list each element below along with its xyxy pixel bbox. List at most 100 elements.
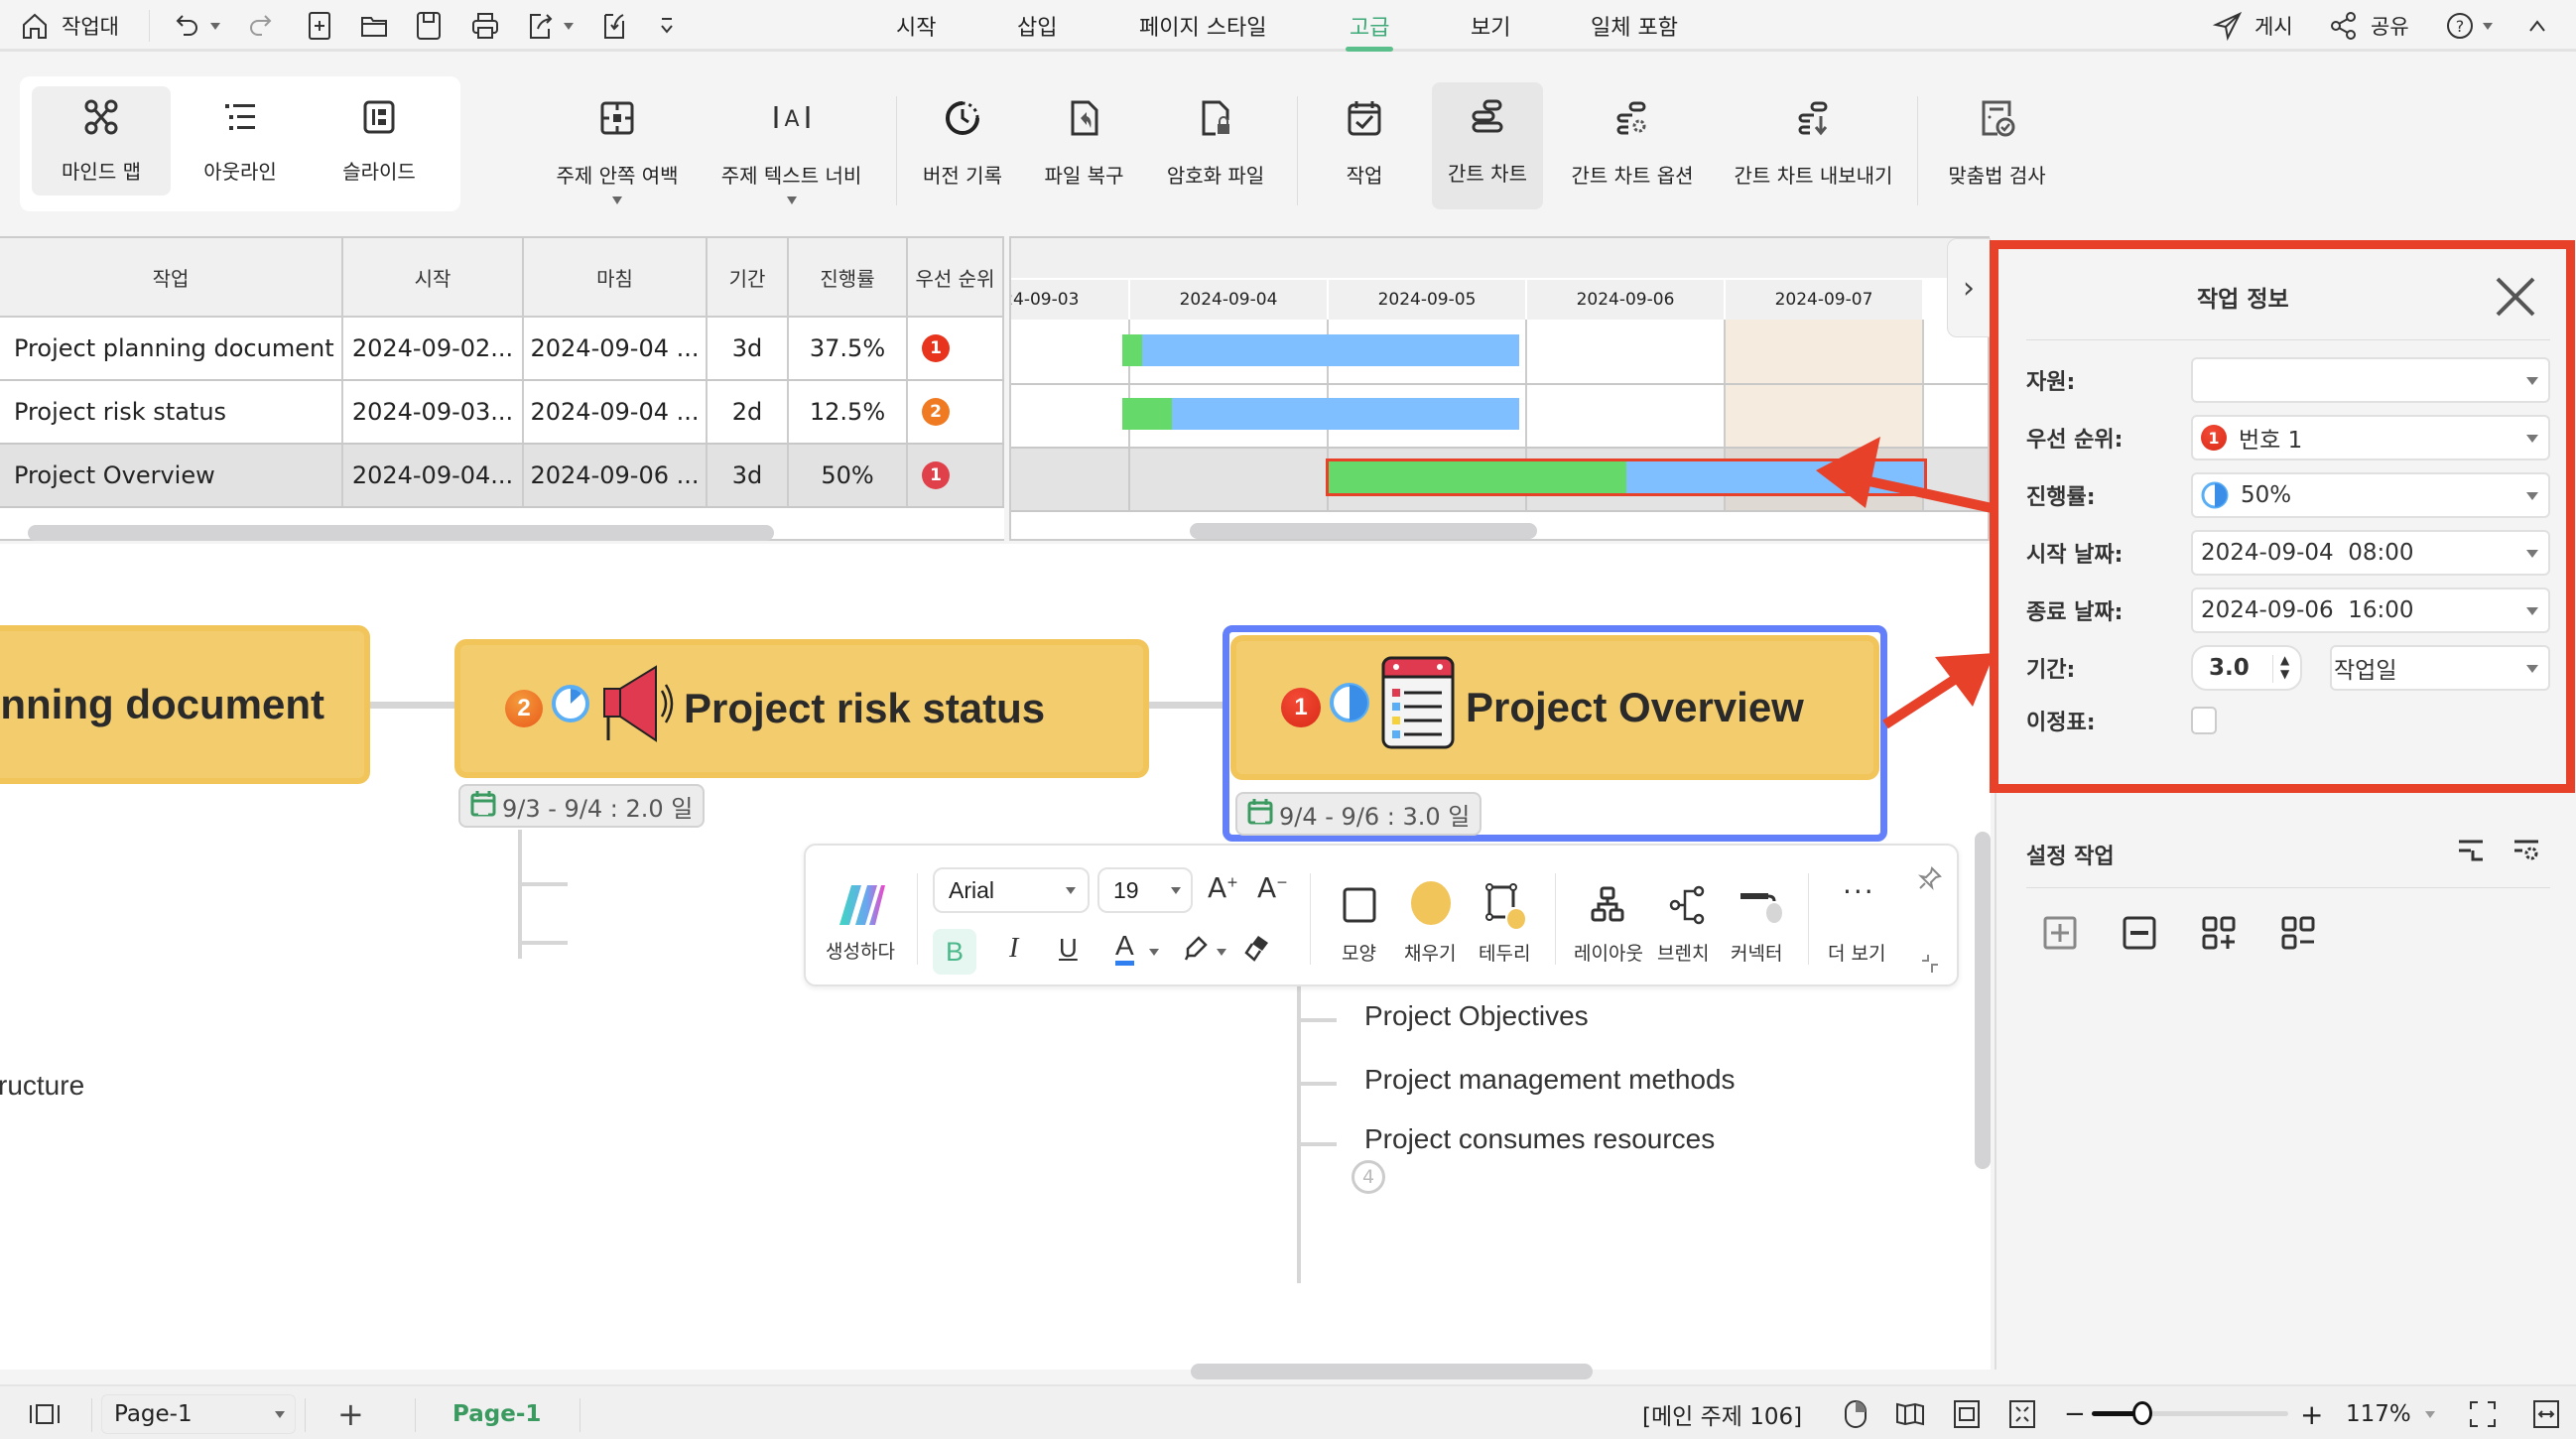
topic-planning-document[interactable]: nning document <box>0 625 370 784</box>
tab-ai[interactable]: 일체 포함 <box>1591 10 1678 42</box>
cell-progress[interactable]: 12.5% <box>789 381 908 443</box>
tab-page-style[interactable]: 페이지 스타일 <box>1139 10 1266 42</box>
fullscreen-icon[interactable] <box>2469 1394 2497 1434</box>
tab-insert[interactable]: 삽입 <box>1017 10 1057 42</box>
zoom-slider-thumb[interactable] <box>2132 1401 2153 1425</box>
page-panel-toggle-icon[interactable] <box>28 1394 62 1434</box>
save-button[interactable] <box>412 8 446 44</box>
branch-label[interactable]: 브렌치 <box>1657 939 1709 966</box>
cell-end[interactable]: 2024-09-04 ... <box>524 318 708 379</box>
highlighter-icon[interactable] <box>1183 935 1209 967</box>
italic-icon[interactable]: I <box>1009 933 1018 965</box>
fit-width-icon[interactable] <box>2008 1394 2036 1434</box>
view-outline-button[interactable]: 아웃라인 <box>171 86 310 196</box>
publish-button[interactable]: 게시 <box>2211 8 2293 44</box>
panel-expand-button[interactable]: › <box>1947 238 1991 337</box>
duration-unit-select[interactable]: 작업일 <box>2330 645 2550 691</box>
date-chip[interactable]: 9/3 - 9/4 : 2.0 일 <box>458 784 706 828</box>
cell-priority[interactable]: 2 <box>908 381 1004 443</box>
cell-task[interactable]: Project risk status <box>0 381 343 443</box>
fill-label[interactable]: 채우기 <box>1404 939 1456 966</box>
topic-text-width-button[interactable]: A 주제 텍스트 너비 <box>709 84 873 223</box>
cell-progress[interactable]: 50% <box>789 445 908 506</box>
encrypt-file-button[interactable]: 암호화 파일 <box>1156 84 1275 223</box>
gantt-options-button[interactable]: 간트 차트 옵션 <box>1558 84 1707 223</box>
add-page-icon[interactable]: + <box>337 1394 364 1434</box>
remove-task-icon[interactable] <box>2122 915 2157 955</box>
date-chip[interactable]: 9/4 - 9/6 : 3.0 일 <box>1235 792 1482 836</box>
task-button[interactable]: 작업 <box>1315 84 1414 223</box>
file-recover-button[interactable]: 파일 복구 <box>1032 84 1136 223</box>
shape-label[interactable]: 모양 <box>1342 939 1376 966</box>
cell-duration[interactable]: 3d <box>708 318 789 379</box>
cell-start[interactable]: 2024-09-04... <box>343 445 524 506</box>
column-header-progress[interactable]: 진행률 <box>789 238 908 318</box>
gantt-layout-icon[interactable] <box>2457 838 2485 867</box>
font-family-select[interactable]: Arial <box>933 867 1090 913</box>
page-tab[interactable]: Page-1 <box>452 1394 541 1434</box>
layout-label[interactable]: 레이아웃 <box>1574 939 1643 966</box>
fit-screen-width-icon[interactable] <box>2532 1394 2560 1434</box>
cell-start[interactable]: 2024-09-02... <box>343 318 524 379</box>
cell-end[interactable]: 2024-09-06 ... <box>524 445 708 506</box>
bold-icon[interactable]: B <box>933 929 976 975</box>
cell-end[interactable]: 2024-09-04 ... <box>524 381 708 443</box>
gantt-chart-button[interactable]: 간트 차트 <box>1432 82 1543 209</box>
book-view-icon[interactable] <box>1895 1394 1925 1434</box>
more-label[interactable]: 더 보기 <box>1828 939 1885 966</box>
gantt-bar[interactable] <box>1122 398 1519 430</box>
resource-select[interactable] <box>2191 357 2550 403</box>
remove-subtask-icon[interactable] <box>2280 915 2316 955</box>
zoom-out-button[interactable]: − <box>2064 1394 2086 1434</box>
table-row[interactable]: Project Overview 2024-09-04... 2024-09-06 … <box>0 445 1004 508</box>
font-size-select[interactable]: 19 <box>1097 867 1193 913</box>
cell-duration[interactable]: 2d <box>708 381 789 443</box>
tab-advanced[interactable]: 고급 <box>1345 10 1395 52</box>
open-file-button[interactable] <box>357 8 391 44</box>
font-grow-icon[interactable]: A+ <box>1208 871 1238 904</box>
ai-generate-icon[interactable] <box>836 883 887 931</box>
page-select[interactable]: Page-1 <box>101 1394 296 1434</box>
cell-progress[interactable]: 37.5% <box>789 318 908 379</box>
format-painter-icon[interactable] <box>1242 933 1270 967</box>
version-history-button[interactable]: 버전 기록 <box>908 84 1017 223</box>
ai-generate-label[interactable]: 생성하다 <box>826 937 895 964</box>
zoom-slider[interactable] <box>2092 1401 2288 1425</box>
mouse-mode-icon[interactable] <box>1844 1394 1868 1434</box>
tab-start[interactable]: 시작 <box>896 10 936 42</box>
column-header-task[interactable]: 작업 <box>0 238 343 318</box>
export-button[interactable] <box>524 8 574 44</box>
subtopic-consumes-resources[interactable]: Project consumes resources <box>1364 1123 1715 1155</box>
font-shrink-icon[interactable]: A− <box>1257 871 1288 904</box>
connector-icon[interactable] <box>1739 889 1782 933</box>
cell-task[interactable]: Project Overview <box>0 445 343 506</box>
fit-page-icon[interactable] <box>1953 1394 1981 1434</box>
resize-grip-icon[interactable] <box>1919 951 1941 979</box>
stepper-arrows-icon[interactable]: ▲ ▼ <box>2280 653 2289 681</box>
table-horizontal-scrollbar[interactable] <box>28 525 774 541</box>
table-row[interactable]: Project risk status 2024-09-03... 2024-09-… <box>0 381 1004 445</box>
redo-button[interactable] <box>243 8 277 44</box>
subtopic-structure[interactable]: ructure <box>0 1070 84 1102</box>
pin-icon[interactable] <box>1917 865 1943 895</box>
column-header-end[interactable]: 마침 <box>524 238 708 318</box>
priority-select[interactable]: 1 번호 1 <box>2191 415 2550 460</box>
milestone-checkbox[interactable] <box>2191 707 2217 734</box>
more-tools-button[interactable] <box>650 8 684 44</box>
topic-padding-button[interactable]: 주제 안쪽 여백 <box>548 84 687 223</box>
column-header-duration[interactable]: 기간 <box>708 238 789 318</box>
cell-priority[interactable]: 1 <box>908 445 1004 506</box>
shape-icon[interactable] <box>1342 885 1377 929</box>
border-label[interactable]: 테두리 <box>1479 939 1530 966</box>
gantt-horizontal-scrollbar[interactable] <box>1190 523 1537 539</box>
undo-button[interactable] <box>171 8 220 44</box>
border-icon[interactable] <box>1483 881 1527 933</box>
connector-label[interactable]: 커넥터 <box>1731 939 1782 966</box>
new-file-button[interactable] <box>303 8 336 44</box>
gantt-bar[interactable] <box>1122 334 1519 366</box>
more-icon[interactable]: ··· <box>1843 875 1875 908</box>
duration-stepper[interactable]: 3.0 ▲ ▼ <box>2191 645 2302 691</box>
progress-select[interactable]: 50% <box>2191 472 2550 518</box>
gantt-export-button[interactable]: 간트 차트 내보내기 <box>1727 84 1900 223</box>
column-header-priority[interactable]: 우선 순위 <box>908 238 1004 318</box>
